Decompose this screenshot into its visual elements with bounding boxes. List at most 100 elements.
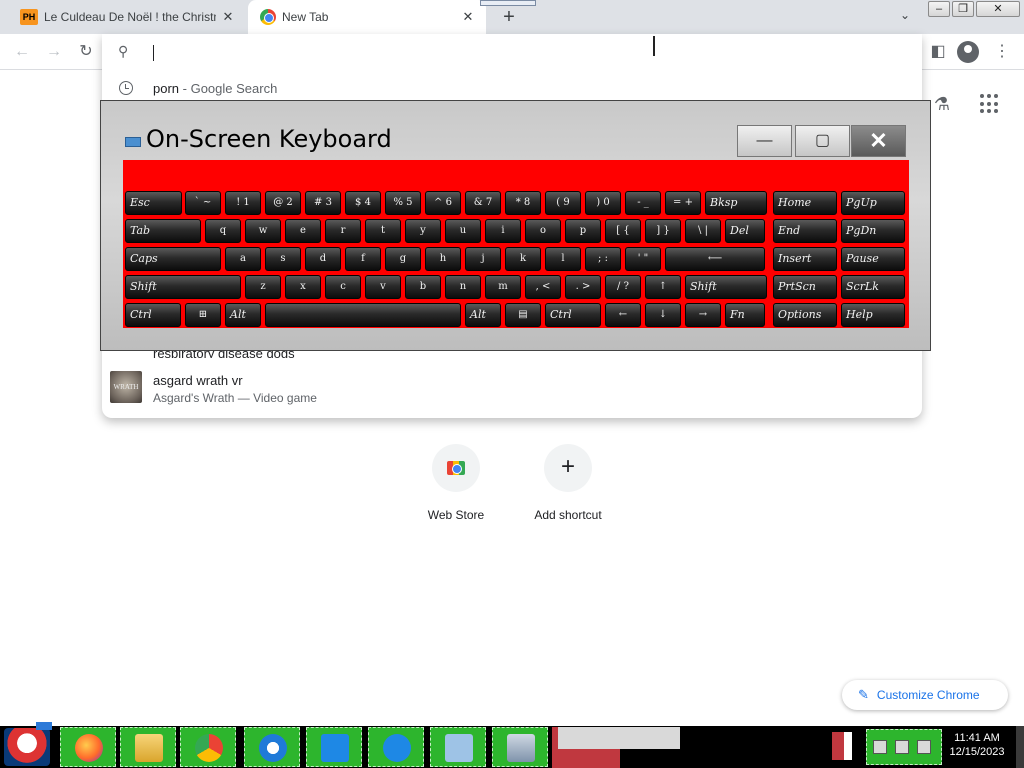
chrome-menu-icon[interactable]: ⋮ (990, 40, 1014, 64)
window-close-button[interactable]: ✕ (976, 1, 1020, 17)
osk-key[interactable]: Help (841, 303, 905, 327)
chrome-labs-icon[interactable]: ⚗ (930, 92, 954, 116)
tab-le-culdeau[interactable]: PH Le Culdeau De Noël ! the Christmas...… (8, 0, 246, 34)
osk-key[interactable]: f (345, 247, 381, 271)
osk-key[interactable]: b (405, 275, 441, 299)
osk-key[interactable]: Del (725, 219, 765, 243)
osk-key[interactable]: \ | (685, 219, 721, 243)
tab-close-icon[interactable]: ✕ (460, 9, 476, 25)
taskbar-firefox[interactable] (60, 727, 116, 767)
osk-key[interactable]: ] } (645, 219, 681, 243)
osk-key[interactable]: Shift (685, 275, 767, 299)
osk-key[interactable]: - _ (625, 191, 661, 215)
osk-key[interactable]: Fn (725, 303, 765, 327)
osk-key[interactable]: Home (773, 191, 837, 215)
taskbar-active-window[interactable] (552, 727, 680, 768)
osk-key[interactable]: Esc (125, 191, 182, 215)
taskbar-security[interactable] (244, 727, 300, 767)
start-button-icon[interactable] (4, 728, 50, 766)
osk-key[interactable]: Options (773, 303, 837, 327)
osk-key[interactable]: * 8 (505, 191, 541, 215)
osk-close-button[interactable]: ✕ (851, 125, 906, 157)
osk-key[interactable]: Shift (125, 275, 241, 299)
osk-key[interactable]: p (565, 219, 601, 243)
osk-key[interactable]: ! 1 (225, 191, 261, 215)
action-center-flag-icon[interactable] (832, 732, 852, 760)
osk-key[interactable]: ScrLk (841, 275, 905, 299)
osk-minimize-button[interactable]: — (737, 125, 792, 157)
osk-key[interactable]: r (325, 219, 361, 243)
suggestion-entity-item[interactable]: WRATH asgard wrath vr Asgard's Wrath — V… (102, 370, 922, 410)
osk-key[interactable]: g (385, 247, 421, 271)
osk-key[interactable]: o (525, 219, 561, 243)
show-desktop-button[interactable] (1016, 726, 1024, 768)
osk-key[interactable]: u (445, 219, 481, 243)
osk-key[interactable]: Alt (465, 303, 501, 327)
display-icon[interactable] (895, 740, 909, 754)
osk-key[interactable]: j (465, 247, 501, 271)
osk-key[interactable]: ` ~ (185, 191, 221, 215)
osk-key[interactable]: . > (565, 275, 601, 299)
osk-key[interactable]: n (445, 275, 481, 299)
osk-key[interactable]: d (305, 247, 341, 271)
osk-key[interactable]: ' " (625, 247, 661, 271)
volume-icon[interactable] (917, 740, 931, 754)
osk-key[interactable]: , < (525, 275, 561, 299)
side-panel-icon[interactable]: ◧ (926, 40, 950, 64)
osk-key[interactable]: ( 9 (545, 191, 581, 215)
new-tab-button[interactable]: + (498, 6, 520, 28)
taskbar-downloader[interactable] (306, 727, 362, 767)
tab-search-chevron-icon[interactable]: ⌄ (896, 8, 914, 26)
osk-key[interactable]: ▤ (505, 303, 541, 327)
osk-key[interactable]: ↓ (645, 303, 681, 327)
shortcut-web-store[interactable]: Web Store (406, 444, 506, 522)
osk-key[interactable]: Insert (773, 247, 837, 271)
osk-key[interactable]: % 5 (385, 191, 421, 215)
osk-key[interactable]: h (425, 247, 461, 271)
osk-key[interactable]: Pause (841, 247, 905, 271)
osk-key[interactable]: ) 0 (585, 191, 621, 215)
window-minimize-button[interactable]: ‒ (928, 1, 950, 17)
osk-key[interactable]: Alt (225, 303, 261, 327)
osk-key[interactable]: PgDn (841, 219, 905, 243)
shortcut-add[interactable]: + Add shortcut (518, 444, 618, 522)
osk-key[interactable]: # 3 (305, 191, 341, 215)
window-restore-button[interactable]: ❐ (952, 1, 974, 17)
osk-key[interactable]: ; : (585, 247, 621, 271)
osk-key[interactable]: ← (605, 303, 641, 327)
customize-chrome-button[interactable]: ✎ Customize Chrome (842, 680, 1008, 710)
osk-key[interactable]: q (205, 219, 241, 243)
osk-key[interactable]: Caps (125, 247, 221, 271)
osk-maximize-button[interactable]: ▢ (795, 125, 850, 157)
osk-key[interactable]: m (485, 275, 521, 299)
osk-key[interactable]: y (405, 219, 441, 243)
taskbar-clock[interactable]: 11:41 AM 12/15/2023 (944, 731, 1010, 759)
osk-key[interactable]: / ? (605, 275, 641, 299)
osk-key[interactable]: ⊞ (185, 303, 221, 327)
osk-key[interactable]: z (245, 275, 281, 299)
osk-key[interactable]: Ctrl (545, 303, 601, 327)
osk-key[interactable]: = + (665, 191, 701, 215)
osk-key[interactable]: $ 4 (345, 191, 381, 215)
osk-key[interactable]: ^ 6 (425, 191, 461, 215)
osk-key[interactable]: Bksp (705, 191, 767, 215)
network-icon[interactable] (873, 740, 887, 754)
forward-arrow-icon[interactable]: → (42, 40, 66, 64)
tab-close-icon[interactable]: ✕ (220, 9, 236, 25)
osk-key[interactable]: ↑ (645, 275, 681, 299)
back-arrow-icon[interactable]: ← (10, 40, 34, 64)
osk-key[interactable]: @ 2 (265, 191, 301, 215)
osk-key[interactable]: PrtScn (773, 275, 837, 299)
osk-key[interactable]: → (685, 303, 721, 327)
osk-key[interactable]: t (365, 219, 401, 243)
omnibox-input[interactable] (153, 45, 154, 61)
google-apps-grid-icon[interactable] (980, 94, 1000, 114)
osk-key[interactable]: & 7 (465, 191, 501, 215)
osk-key[interactable]: c (325, 275, 361, 299)
osk-key[interactable]: l (545, 247, 581, 271)
osk-key[interactable]: k (505, 247, 541, 271)
osk-key[interactable]: [ { (605, 219, 641, 243)
taskbar-chat[interactable] (368, 727, 424, 767)
osk-key[interactable]: PgUp (841, 191, 905, 215)
osk-key[interactable]: Ctrl (125, 303, 181, 327)
